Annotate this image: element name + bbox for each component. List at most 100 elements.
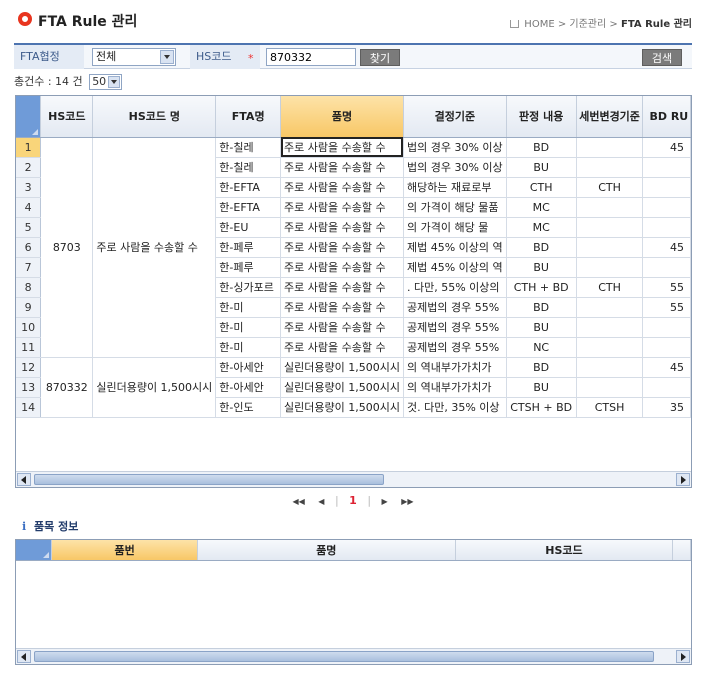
cell-fta-name[interactable]: 한-페루: [215, 257, 282, 278]
cell-item-name[interactable]: 주로 사람을 수송할 수: [280, 297, 404, 318]
row-number[interactable]: 12: [16, 357, 42, 378]
cell-item-name[interactable]: 주로 사람을 수송할 수: [280, 217, 404, 238]
cell-bd-rule[interactable]: 55: [642, 297, 691, 318]
row-number[interactable]: 2: [16, 157, 42, 178]
cell-result[interactable]: BD: [506, 297, 577, 318]
row-number[interactable]: 14: [16, 397, 42, 418]
cell-bd-rule[interactable]: [642, 317, 691, 338]
cell-tariff-shift[interactable]: [576, 157, 644, 178]
cell-criteria[interactable]: 해당하는 재료로부: [403, 177, 507, 198]
cell-bd-rule[interactable]: [642, 177, 691, 198]
cell-bd-rule[interactable]: [642, 377, 691, 398]
cell-result[interactable]: BD: [506, 357, 577, 378]
col-fta-name[interactable]: FTA명: [215, 96, 282, 138]
col-part-hs-code[interactable]: HS코드: [455, 540, 674, 561]
cell-result[interactable]: NC: [506, 337, 577, 358]
cell-fta-name[interactable]: 한-EFTA: [215, 197, 282, 218]
scroll-thumb[interactable]: [34, 474, 384, 485]
cell-item-name[interactable]: 주로 사람을 수송할 수: [280, 337, 404, 358]
cell-criteria[interactable]: 제법 45% 이상의 역: [403, 257, 507, 278]
cell-bd-rule[interactable]: 45: [642, 137, 691, 158]
cell-criteria[interactable]: 것. 다만, 35% 이상: [403, 397, 507, 418]
cell-criteria[interactable]: 의 역내부가가치가: [403, 357, 507, 378]
row-number[interactable]: 1: [16, 137, 42, 158]
cell-hs-name[interactable]: 주로 사람을 수송할 수: [92, 137, 217, 358]
cell-item-name[interactable]: 주로 사람을 수송할 수: [280, 177, 404, 198]
cell-tariff-shift[interactable]: [576, 257, 644, 278]
cell-bd-rule[interactable]: [642, 257, 691, 278]
cell-item-name[interactable]: 주로 사람을 수송할 수: [280, 137, 404, 158]
chevron-down-icon[interactable]: [160, 50, 174, 64]
cell-item-name[interactable]: 주로 사람을 수송할 수: [280, 157, 404, 178]
cell-tariff-shift[interactable]: [576, 317, 644, 338]
cell-result[interactable]: BD: [506, 237, 577, 258]
cell-bd-rule[interactable]: [642, 217, 691, 238]
cell-criteria[interactable]: . 다만, 55% 이상의: [403, 277, 507, 298]
horizontal-scrollbar[interactable]: [16, 471, 691, 487]
cell-item-name[interactable]: 주로 사람을 수송할 수: [280, 197, 404, 218]
row-number[interactable]: 8: [16, 277, 42, 298]
cell-result[interactable]: CTH: [506, 177, 577, 198]
cell-tariff-shift[interactable]: [576, 137, 644, 158]
cell-result[interactable]: BU: [506, 157, 577, 178]
next-page-button[interactable]: ▶: [382, 497, 388, 506]
fta-select[interactable]: 전체: [92, 48, 176, 66]
cell-criteria[interactable]: 의 역내부가가치가: [403, 377, 507, 398]
find-button[interactable]: 찾기: [360, 49, 400, 66]
cell-criteria[interactable]: 공제법의 경우 55%: [403, 317, 507, 338]
first-page-button[interactable]: ◀◀: [292, 497, 304, 506]
cell-result[interactable]: MC: [506, 217, 577, 238]
cell-bd-rule[interactable]: 35: [642, 397, 691, 418]
item-grid-corner[interactable]: [16, 540, 53, 561]
cell-criteria[interactable]: 공제법의 경우 55%: [403, 337, 507, 358]
cell-bd-rule[interactable]: [642, 337, 691, 358]
cell-tariff-shift[interactable]: CTH: [576, 277, 644, 298]
cell-bd-rule[interactable]: 45: [642, 357, 691, 378]
current-page[interactable]: 1: [349, 494, 357, 507]
cell-tariff-shift[interactable]: CTSH: [576, 397, 644, 418]
cell-item-name[interactable]: 실린더용량이 1,500시시: [280, 397, 404, 418]
row-number[interactable]: 3: [16, 177, 42, 198]
row-number[interactable]: 10: [16, 317, 42, 338]
row-number[interactable]: 13: [16, 377, 42, 398]
page-size-select[interactable]: 50: [89, 74, 123, 90]
cell-fta-name[interactable]: 한-칠레: [215, 157, 282, 178]
chevron-down-icon[interactable]: [108, 76, 121, 88]
cell-fta-name[interactable]: 한-싱가포르: [215, 277, 282, 298]
cell-hs-name[interactable]: 실린더용량이 1,500시시: [92, 357, 217, 418]
col-result[interactable]: 판정 내용: [506, 96, 577, 138]
row-number[interactable]: 9: [16, 297, 42, 318]
scroll-left-icon[interactable]: [17, 473, 31, 486]
cell-fta-name[interactable]: 한-페루: [215, 237, 282, 258]
hs-code-input[interactable]: [266, 48, 356, 66]
table-row[interactable]: 1 8703 주로 사람을 수송할 수 한-칠레 주로 사람을 수송할 수 법의 경우 3…: [16, 137, 691, 358]
cell-tariff-shift[interactable]: [576, 337, 644, 358]
item-horizontal-scrollbar[interactable]: [16, 648, 691, 664]
col-item-name[interactable]: 품명: [280, 96, 404, 138]
cell-result[interactable]: MC: [506, 197, 577, 218]
cell-tariff-shift[interactable]: [576, 217, 644, 238]
cell-criteria[interactable]: 법의 경우 30% 이상: [403, 157, 507, 178]
cell-hs-code[interactable]: 870332: [40, 357, 94, 418]
row-number[interactable]: 11: [16, 337, 42, 358]
col-part-name[interactable]: 품명: [197, 540, 456, 561]
cell-result[interactable]: CTSH + BD: [506, 397, 577, 418]
cell-bd-rule[interactable]: 45: [642, 237, 691, 258]
cell-item-name[interactable]: 실린더용량이 1,500시시: [280, 377, 404, 398]
cell-fta-name[interactable]: 한-미: [215, 297, 282, 318]
cell-result[interactable]: BU: [506, 257, 577, 278]
cell-tariff-shift[interactable]: [576, 357, 644, 378]
cell-tariff-shift[interactable]: [576, 197, 644, 218]
scroll-left-icon[interactable]: [17, 650, 31, 663]
cell-tariff-shift[interactable]: [576, 237, 644, 258]
cell-item-name[interactable]: 주로 사람을 수송할 수: [280, 317, 404, 338]
col-criteria[interactable]: 결정기준: [403, 96, 507, 138]
cell-result[interactable]: CTH + BD: [506, 277, 577, 298]
cell-fta-name[interactable]: 한-미: [215, 337, 282, 358]
cell-tariff-shift[interactable]: [576, 377, 644, 398]
cell-criteria[interactable]: 공제법의 경우 55%: [403, 297, 507, 318]
cell-fta-name[interactable]: 한-칠레: [215, 137, 282, 158]
col-part-no[interactable]: 품번: [51, 540, 198, 561]
cell-bd-rule[interactable]: 55: [642, 277, 691, 298]
cell-item-name[interactable]: 주로 사람을 수송할 수: [280, 237, 404, 258]
